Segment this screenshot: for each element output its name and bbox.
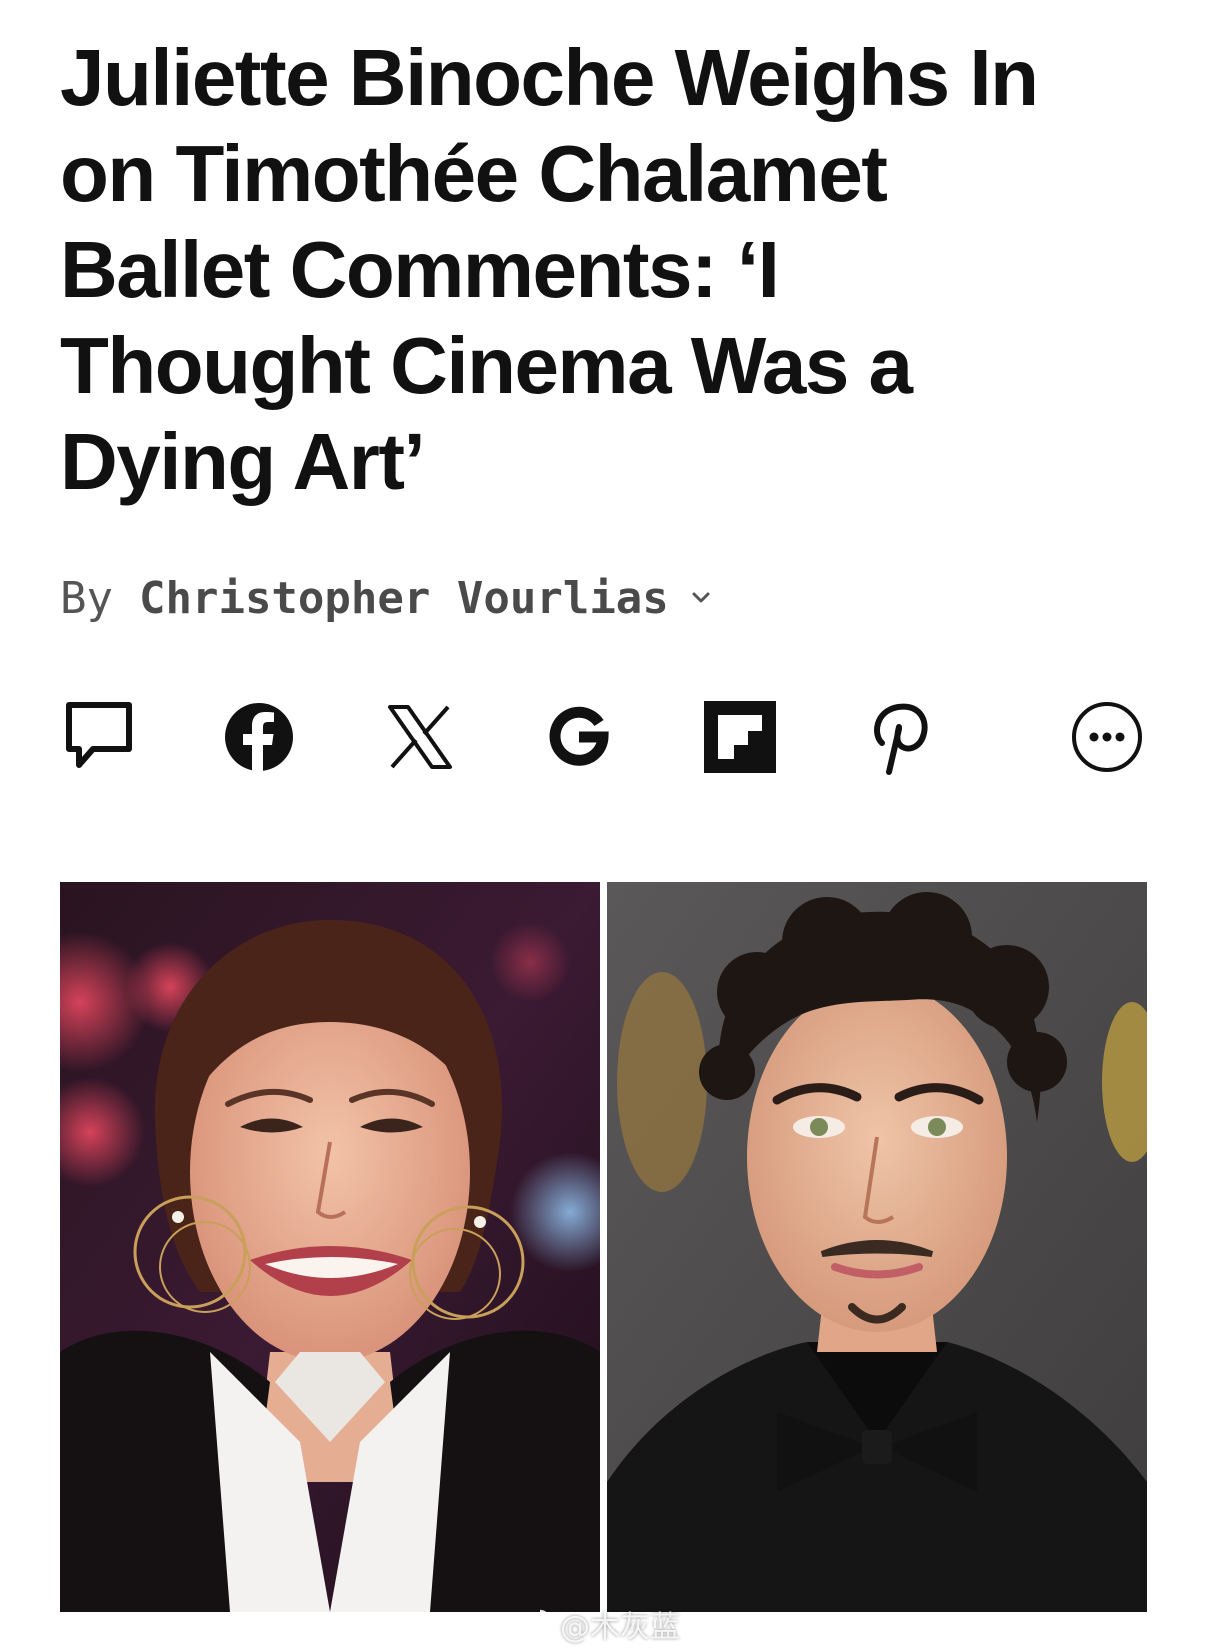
flipboard-icon[interactable] bbox=[701, 698, 779, 776]
chevron-down-icon[interactable] bbox=[691, 591, 711, 605]
share-bar bbox=[60, 698, 1146, 776]
weibo-icon bbox=[513, 1609, 551, 1640]
byline-prefix: By bbox=[60, 572, 113, 624]
headline-line: on Timothée Chalamet bbox=[60, 129, 888, 218]
x-icon[interactable] bbox=[381, 698, 459, 776]
watermark-text: @木灰蓝 bbox=[560, 1610, 680, 1645]
chalamet-photo bbox=[607, 882, 1147, 1612]
article-hero-images bbox=[60, 882, 1147, 1612]
pinterest-icon[interactable] bbox=[861, 698, 939, 776]
byline[interactable]: By Christopher Vourlias bbox=[60, 568, 711, 628]
headline-line: Juliette Binoche Weighs In bbox=[60, 33, 1039, 122]
author-name[interactable]: Christopher Vourlias bbox=[139, 573, 669, 624]
more-icon[interactable] bbox=[1068, 698, 1146, 776]
google-icon[interactable] bbox=[540, 698, 618, 776]
binoche-photo bbox=[60, 882, 600, 1612]
headline-line: Ballet Comments: ‘I bbox=[60, 225, 780, 314]
comment-icon[interactable] bbox=[60, 698, 138, 776]
article-headline: Juliette Binoche Weighs In on Timothée C… bbox=[60, 30, 1160, 510]
watermark: @木灰蓝 bbox=[512, 1604, 680, 1645]
headline-line: Thought Cinema Was a bbox=[60, 321, 913, 410]
facebook-icon[interactable] bbox=[220, 698, 298, 776]
headline-line: Dying Art’ bbox=[60, 417, 426, 506]
